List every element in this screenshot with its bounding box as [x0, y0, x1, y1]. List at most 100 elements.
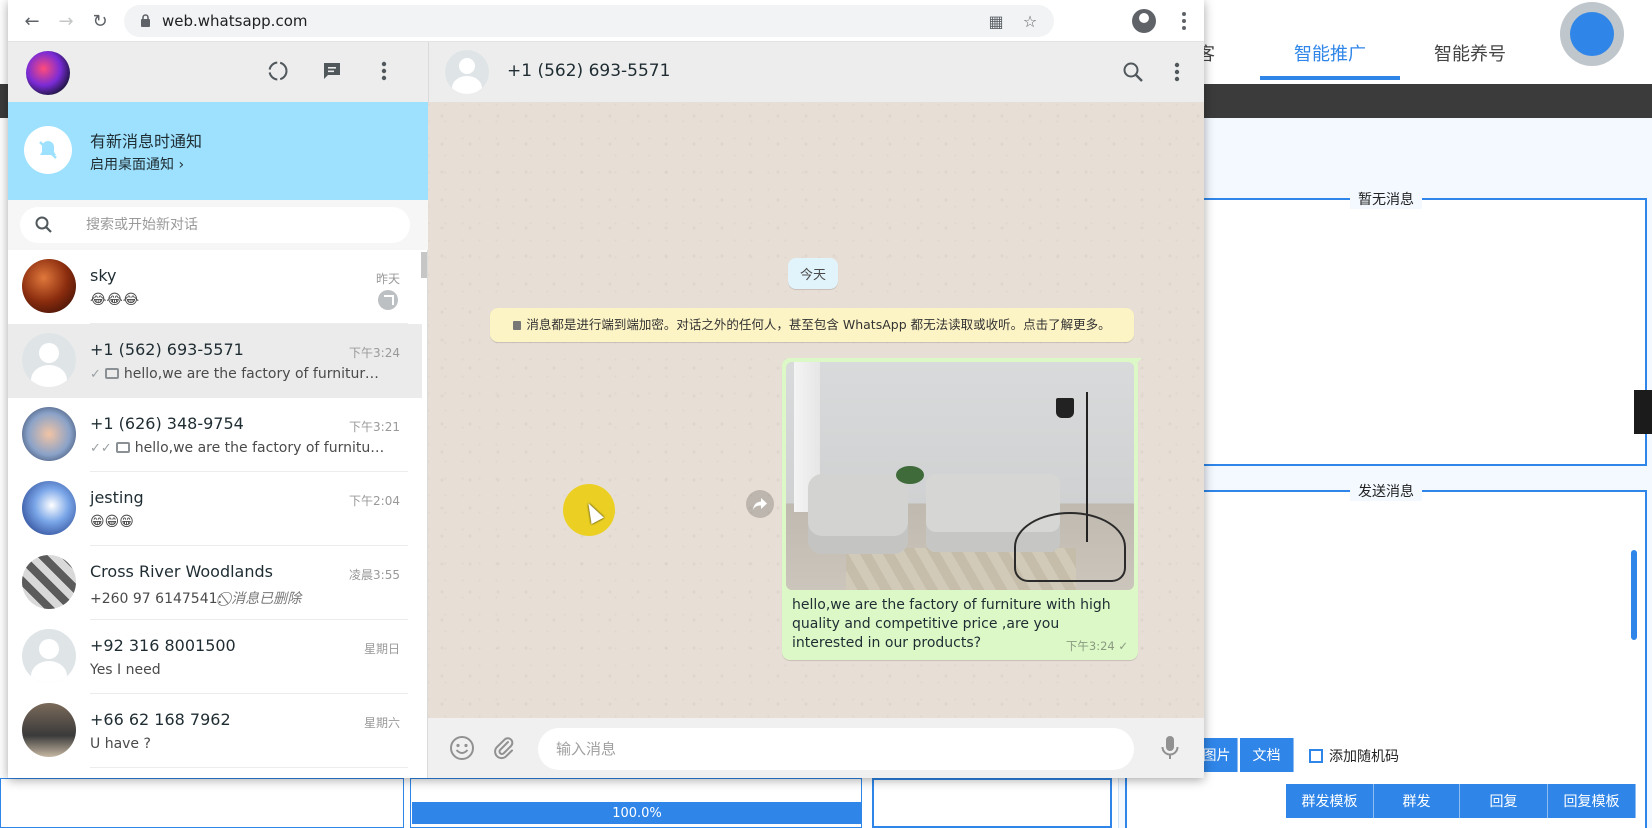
enable-notifications-link[interactable]: 启用桌面通知 › — [90, 154, 184, 174]
chat-preview: 😁😁😁 — [90, 514, 134, 530]
bookmark-star-icon[interactable]: ☆ — [1020, 11, 1040, 31]
chat-time: 星期日 — [363, 642, 400, 656]
avatar — [22, 407, 76, 461]
lock-icon — [513, 321, 522, 330]
avatar — [22, 481, 76, 535]
browser-menu-icon[interactable] — [1172, 9, 1196, 33]
bg-reply-template-button[interactable]: 回复模板 — [1548, 784, 1636, 818]
bg-random-code-checkbox[interactable]: 添加随机码 — [1309, 746, 1399, 766]
profile-icon[interactable] — [1132, 9, 1156, 33]
avatar — [22, 703, 76, 757]
date-divider: 今天 — [788, 258, 839, 289]
notification-banner[interactable]: 有新消息时通知 启用桌面通知 › — [8, 102, 428, 200]
bg-mass-send-button[interactable]: 群发 — [1374, 784, 1460, 818]
chat-time: 星期六 — [363, 716, 400, 730]
new-chat-icon[interactable] — [318, 57, 346, 85]
chat-row-15626935571[interactable]: +1 (562) 693-5571 下午3:24 ✓ hello,we are t… — [8, 324, 422, 398]
conversation-header[interactable]: +1 (562) 693-5571 — [428, 42, 1204, 102]
bg-mass-template-button[interactable]: 群发模板 — [1286, 784, 1374, 818]
bg-user-avatar[interactable] — [1560, 2, 1624, 66]
encryption-notice[interactable]: 消息都是进行端到端加密。对话之外的任何人，甚至包含 WhatsApp 都无法读取… — [490, 308, 1134, 342]
pin-icon — [378, 290, 398, 310]
chat-preview: ✓ hello,we are the factory of furniture w… — [90, 366, 386, 382]
deleted-message: ⃠ 消息已删除 — [226, 591, 302, 607]
chat-preview: Yes I need — [90, 662, 161, 678]
search-bar — [8, 200, 428, 250]
chat-name: +66 62 168 7962 — [90, 710, 231, 729]
chat-row-cross-river-woodlands[interactable]: Cross River Woodlands 凌晨3:55 +260 97 614… — [8, 546, 422, 620]
attach-icon[interactable] — [490, 734, 518, 762]
camera-icon — [104, 368, 119, 379]
avatar — [22, 259, 76, 313]
chat-row-16263489754[interactable]: +1 (626) 348-9754 下午3:21 ✓✓ hello,we are … — [8, 398, 422, 472]
back-icon[interactable]: ← — [20, 9, 44, 33]
bg-progress-bar: 100.0% — [412, 802, 862, 824]
browser-toolbar: ← → ↻ web.whatsapp.com ▦ ☆ — [8, 0, 1204, 42]
chat-sidebar: 有新消息时通知 启用桌面通知 › sky 昨天 😂😂😂 — [8, 42, 428, 778]
avatar — [22, 333, 76, 387]
chat-row-sky[interactable]: sky 昨天 😂😂😂 — [8, 250, 422, 324]
status-icon[interactable] — [264, 57, 292, 85]
chat-name: +1 (562) 693-5571 — [90, 340, 244, 359]
chat-time: 昨天 — [375, 272, 400, 286]
message-area[interactable]: 今天 消息都是进行端到端加密。对话之外的任何人，甚至包含 WhatsApp 都无… — [428, 102, 1204, 718]
chat-preview: 😂😂😂 — [90, 292, 140, 308]
outgoing-message[interactable]: hello,we are the factory of furniture wi… — [782, 358, 1138, 660]
message-meta: 下午3:24 ✓ — [1065, 639, 1128, 653]
contact-name[interactable]: +1 (562) 693-5571 — [507, 61, 670, 81]
chat-name: +1 (626) 348-9754 — [90, 414, 244, 433]
reload-icon[interactable]: ↻ — [88, 9, 112, 33]
bg-random-code-label: 添加随机码 — [1329, 749, 1399, 765]
microphone-icon[interactable] — [1156, 734, 1184, 762]
single-check-icon: ✓ — [90, 367, 101, 382]
message-input[interactable] — [538, 728, 1134, 770]
search-box[interactable] — [20, 207, 410, 243]
chat-row-923168001500[interactable]: +92 316 8001500 星期日 Yes I need — [8, 620, 422, 694]
bg-side-handle[interactable] — [1634, 390, 1652, 434]
bg-document-button[interactable]: 文档 — [1240, 738, 1294, 772]
bg-received-title: 暂无消息 — [1350, 189, 1422, 209]
bg-send-scrollbar[interactable] — [1631, 550, 1637, 640]
bg-send-title: 发送消息 — [1350, 481, 1422, 501]
search-messages-icon[interactable] — [1119, 58, 1147, 86]
chat-time: 凌晨3:55 — [349, 568, 400, 582]
furniture-photo[interactable] — [786, 362, 1134, 590]
emoji-icon[interactable] — [448, 734, 476, 762]
bg-reply-button[interactable]: 回复 — [1460, 784, 1548, 818]
sidebar-header — [8, 42, 428, 102]
checkbox-box[interactable] — [1309, 749, 1323, 763]
message-composer — [428, 718, 1204, 778]
chat-preview: ✓✓ hello,we are the factory of furniture … — [90, 440, 386, 456]
conversation-menu-icon[interactable] — [1163, 58, 1191, 86]
chat-name: Cross River Woodlands — [90, 562, 273, 581]
double-check-icon: ✓✓ — [90, 441, 112, 456]
avatar — [22, 629, 76, 683]
chat-name: jesting — [90, 488, 144, 507]
bell-off-icon — [24, 126, 72, 174]
chat-preview: +260 97 6147541: ⃠ 消息已删除 — [90, 591, 302, 607]
my-avatar[interactable] — [26, 51, 70, 95]
qr-code-icon[interactable]: ▦ — [986, 11, 1006, 31]
single-check-icon: ✓ — [1118, 639, 1128, 653]
search-icon[interactable] — [34, 215, 54, 235]
chat-row-66621687962[interactable]: +66 62 168 7962 星期六 U have ? — [8, 694, 422, 768]
forward-icon[interactable] — [746, 490, 774, 518]
address-bar[interactable]: web.whatsapp.com ▦ ☆ — [124, 5, 1054, 37]
forward-icon[interactable]: → — [54, 9, 78, 33]
bg-tab-smart-nurture[interactable]: 智能养号 — [1400, 40, 1540, 80]
bg-bottom-left-box — [0, 778, 404, 828]
notification-title: 有新消息时通知 — [90, 132, 203, 151]
chat-list: sky 昨天 😂😂😂 +1 (562) 693-5571 下午3:24 ✓ hel… — [8, 250, 428, 778]
chat-name: +92 316 8001500 — [90, 636, 236, 655]
chat-time: 下午2:04 — [349, 494, 400, 508]
sidebar-menu-icon[interactable] — [370, 57, 398, 85]
avatar — [22, 555, 76, 609]
chat-row-jesting[interactable]: jesting 下午2:04 😁😁😁 — [8, 472, 422, 546]
lock-icon — [141, 14, 150, 27]
chat-time: 下午3:21 — [349, 420, 400, 434]
url-text[interactable]: web.whatsapp.com — [162, 12, 308, 30]
bg-tab-smart-promotion[interactable]: 智能推广 — [1260, 40, 1400, 80]
search-input[interactable] — [86, 207, 396, 243]
chat-name: sky — [90, 266, 117, 285]
contact-avatar[interactable] — [445, 50, 489, 94]
